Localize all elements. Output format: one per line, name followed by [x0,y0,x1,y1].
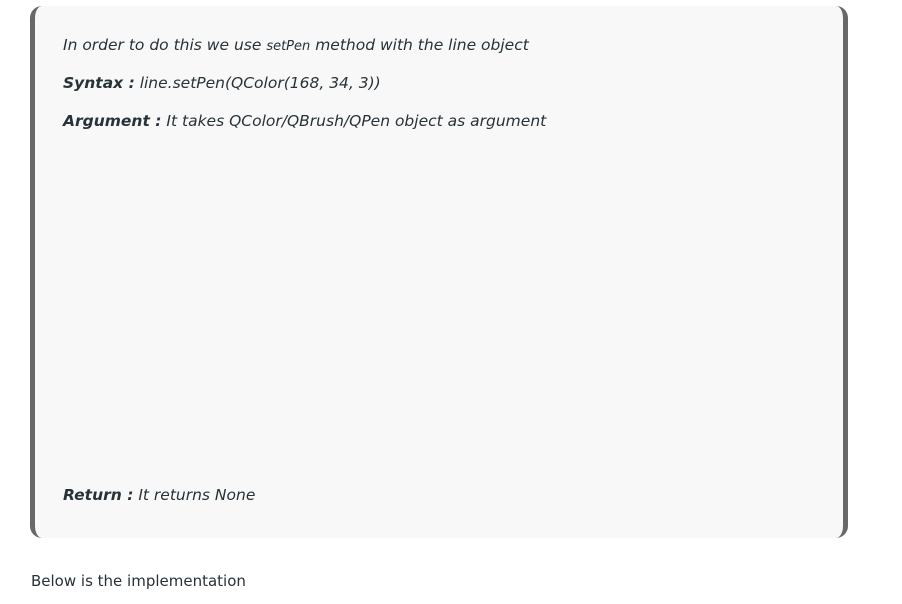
syntax-line: Syntax : line.setPen(QColor(168, 34, 3)) [63,73,381,93]
argument-label: Argument : [63,112,162,130]
return-value: It returns None [133,486,256,504]
method-description-quote: In order to do this we use setPen method… [30,6,848,538]
syntax-value: line.setPen(QColor(168, 34, 3)) [134,74,381,92]
argument-value: It takes QColor/QBrush/QPen object as ar… [161,112,547,130]
below-implementation-text: Below is the implementation [31,572,246,590]
return-label: Return : [63,486,134,504]
intro-text-after: method with the line object [310,36,529,54]
intro-text-before: In order to do this we use [63,36,267,54]
argument-line: Argument : It takes QColor/QBrush/QPen o… [63,111,546,131]
syntax-label: Syntax : [63,74,135,92]
method-name-code: setPen [266,39,311,54]
intro-line: In order to do this we use setPen method… [63,35,529,57]
return-line: Return : It returns None [63,485,255,505]
